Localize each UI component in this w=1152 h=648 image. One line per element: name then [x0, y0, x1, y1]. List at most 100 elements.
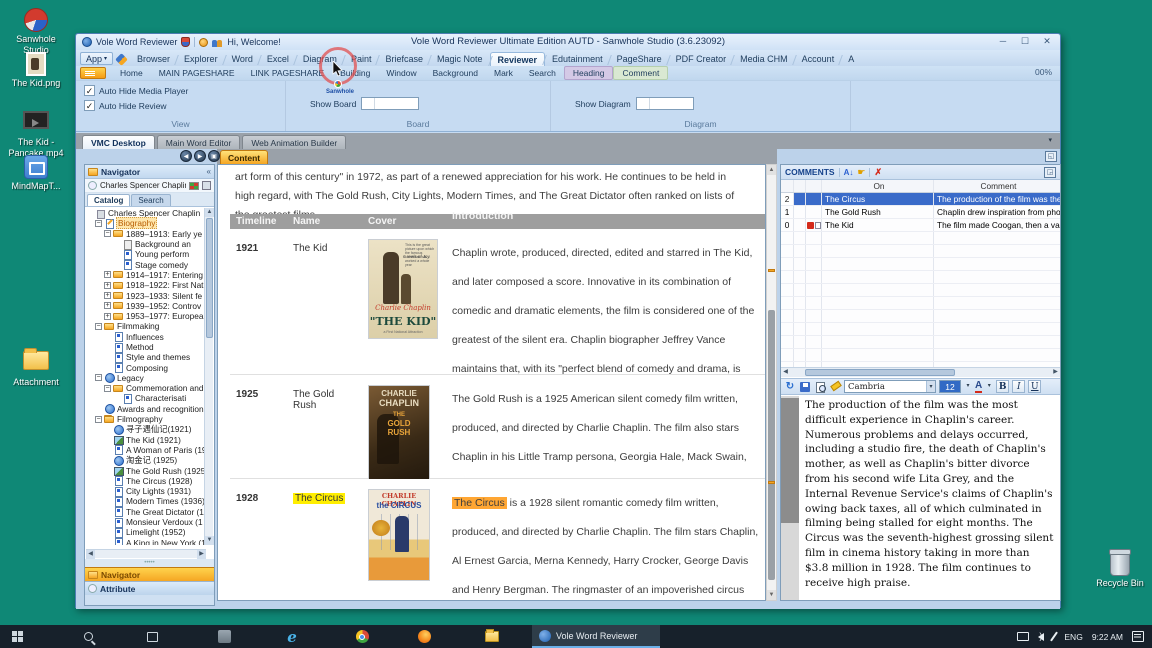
scroll-thumb[interactable] [781, 398, 799, 523]
desktop-icon-folder[interactable]: Attachment [4, 348, 68, 388]
taskbar-search-button[interactable] [74, 625, 102, 648]
tab-excel[interactable]: Excel [260, 52, 296, 66]
scroll-left-icon[interactable]: ◀ [86, 550, 95, 559]
subtab-comment[interactable]: Comment [613, 66, 668, 80]
tree-item[interactable]: Awards and recognition [86, 404, 206, 414]
recycle-bin[interactable]: Recycle Bin [1088, 552, 1152, 589]
preview-icon[interactable] [814, 381, 826, 393]
subtab-main-pageshare[interactable]: MAIN PAGESHARE [151, 67, 243, 79]
active-task-button[interactable]: Vole Word Reviewer [532, 625, 660, 648]
comment-empty-row[interactable] [781, 284, 1060, 297]
notification-center-icon[interactable] [1132, 631, 1144, 642]
expand-comments-icon[interactable]: ◲ [1044, 167, 1056, 178]
collapse-panel-button[interactable]: « [207, 167, 211, 176]
internet-explorer-icon[interactable]: e [278, 625, 306, 648]
archive-icon[interactable] [202, 181, 211, 190]
highlighter-icon[interactable] [829, 381, 841, 393]
tree-item[interactable]: Young perform [86, 249, 206, 259]
comment-empty-row[interactable] [781, 349, 1060, 362]
tree-item[interactable]: −Biography [86, 218, 206, 228]
tree-item[interactable]: −Legacy [86, 373, 206, 383]
customize-icon[interactable] [115, 53, 128, 66]
volume-icon[interactable] [1038, 633, 1044, 641]
checkbox-row[interactable]: ✓Auto Hide Media Player [84, 85, 285, 96]
comment-empty-row[interactable] [781, 232, 1060, 245]
doctab-main-word-editor[interactable]: Main Word Editor [157, 135, 241, 149]
scroll-up-icon[interactable]: ▲ [205, 208, 214, 217]
play-button[interactable]: ▣ [208, 150, 220, 162]
scroll-thumb[interactable] [805, 369, 955, 376]
chrome-icon[interactable] [348, 625, 376, 648]
doctab-web-animation-builder[interactable]: Web Animation Builder [242, 135, 346, 149]
tree-horizontal-scrollbar[interactable]: ◀ ▶ [86, 549, 206, 558]
tree-item[interactable]: +1914–1917: Entering [86, 270, 206, 280]
popout-icon[interactable]: ◱ [1045, 151, 1057, 162]
expand-node-icon[interactable]: + [104, 292, 111, 299]
comment-row[interactable]: 0The KidThe film made Coogan, then a va.… [781, 219, 1060, 232]
tab-magic-note[interactable]: Magic Note [430, 52, 490, 66]
tree-item[interactable]: +1939–1952: Controv [86, 301, 206, 311]
tree-item[interactable]: The Gold Rush (1925 [86, 465, 206, 475]
firefox-icon[interactable] [410, 625, 438, 648]
comment-empty-row[interactable] [781, 310, 1060, 323]
font-size-select[interactable]: 12 [939, 380, 961, 393]
font-color-button[interactable]: A [975, 381, 982, 393]
expand-node-icon[interactable]: + [104, 271, 111, 278]
comment-empty-row[interactable] [781, 297, 1060, 310]
taskbar-app-gray[interactable] [210, 625, 238, 648]
catalog-tab-catalog[interactable]: Catalog [87, 194, 130, 206]
subtab-heading[interactable]: Heading [564, 66, 614, 80]
language-indicator[interactable]: ENG [1064, 632, 1082, 642]
tab-pageshare[interactable]: PageShare [610, 52, 669, 66]
tree-item[interactable]: The Circus (1928) [86, 476, 206, 486]
tab-edutainment[interactable]: Edutainment [545, 52, 610, 66]
tab-media-chm[interactable]: Media CHM [733, 52, 795, 66]
navigator-bar[interactable]: Navigator [85, 567, 214, 581]
checkbox-checked-icon[interactable]: ✓ [84, 85, 95, 96]
tree-vertical-scrollbar[interactable]: ▲ ▼ [204, 208, 213, 545]
underline-button[interactable]: U [1028, 380, 1041, 393]
tree-item[interactable]: 寻子遇仙记(1921) [86, 424, 206, 434]
comment-empty-row[interactable] [781, 258, 1060, 271]
list-menu-button[interactable] [80, 67, 106, 79]
expand-node-icon[interactable]: + [104, 282, 111, 289]
subtab-search[interactable]: Search [521, 67, 564, 79]
scroll-down-icon[interactable]: ▼ [205, 536, 214, 545]
tree-item[interactable]: Style and themes [86, 352, 206, 362]
refresh-icon[interactable] [784, 381, 796, 393]
maximize-button[interactable]: ☐ [1018, 36, 1032, 47]
comments-horizontal-scrollbar[interactable]: ◀ ▶ [781, 367, 1060, 377]
close-button[interactable]: ✕ [1040, 36, 1054, 47]
doctab-vmc-desktop[interactable]: VMC Desktop [82, 135, 155, 149]
sort-icon[interactable]: A↓ [844, 168, 854, 177]
scroll-thumb[interactable] [768, 310, 775, 580]
tab-pdf-creator[interactable]: PDF Creator [669, 52, 734, 66]
clock[interactable]: 9:22 AM [1092, 632, 1123, 642]
tree-item[interactable]: The Kid (1921) [86, 435, 206, 445]
tab-a[interactable]: A [841, 52, 861, 66]
tree-item[interactable]: The Great Dictator (1 [86, 507, 206, 517]
tree-item[interactable]: Influences [86, 332, 206, 342]
tree-item[interactable]: Stage comedy [86, 259, 206, 269]
chevron-down-icon[interactable]: ▾ [985, 380, 993, 393]
app-menu-button[interactable]: App ▾ [80, 52, 113, 65]
table-row[interactable]: 1925The Gold RushCHARLIECHAPLINTHEGOLDRU… [230, 375, 765, 479]
start-button[interactable] [4, 625, 32, 648]
font-family-select[interactable]: Cambria▾ [844, 380, 936, 393]
forward-button[interactable]: ▶ [194, 150, 206, 162]
table-row[interactable]: 1928The CircusCHARLIE CHAPLINthe CIRCUST… [230, 479, 765, 601]
show-board-input[interactable] [361, 97, 419, 110]
delete-comment-icon[interactable]: ✗ [874, 167, 882, 178]
tab-browser[interactable]: Browser [130, 52, 177, 66]
bold-button[interactable]: B [996, 380, 1009, 393]
colors-icon[interactable] [189, 182, 199, 190]
table-row[interactable]: 1921The KidThis is the great picture upo… [230, 229, 765, 375]
collapse-node-icon[interactable]: − [95, 323, 102, 330]
editor-scrollbar[interactable] [781, 396, 799, 600]
tree-item[interactable]: A King in New York (1 [86, 538, 206, 546]
subtab-home[interactable]: Home [112, 67, 151, 79]
desktop-icon-app[interactable]: Sanwhole Studio [4, 8, 68, 56]
tree-item[interactable]: 淘金记 (1925) [86, 455, 206, 465]
expand-node-icon[interactable]: + [104, 313, 111, 320]
tree-item[interactable]: City Lights (1931) [86, 486, 206, 496]
